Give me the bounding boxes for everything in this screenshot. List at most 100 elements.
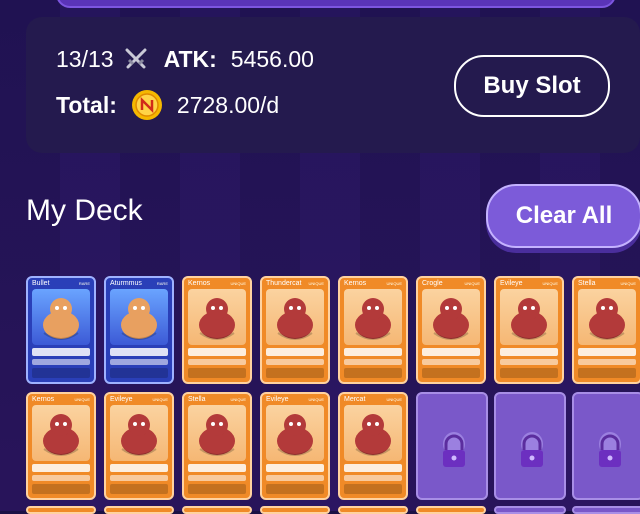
card-rarity: UNIQUE xyxy=(308,281,324,286)
card-name: Thundercat xyxy=(266,280,302,287)
card-art xyxy=(355,414,391,456)
card-traits-bar xyxy=(422,359,480,365)
locked-slot[interactable] xyxy=(494,392,566,500)
card-rarity: RARE xyxy=(78,281,90,286)
card-footer xyxy=(188,484,246,494)
card-art xyxy=(355,298,391,340)
deck-card-partial[interactable] xyxy=(182,506,252,514)
deck-card[interactable]: Kernos UNIQUE xyxy=(338,276,408,384)
card-stats-bar xyxy=(110,464,168,472)
deck-card-partial[interactable] xyxy=(338,506,408,514)
card-footer xyxy=(266,484,324,494)
card-art xyxy=(199,298,235,340)
card-name: Stella xyxy=(578,280,596,287)
total-row: Total: 2728.00/d xyxy=(56,89,279,121)
card-stats-bar xyxy=(188,464,246,472)
coin-icon xyxy=(131,90,162,120)
deck-card[interactable]: Crogle UNIQUE xyxy=(416,276,486,384)
locked-slot[interactable] xyxy=(416,392,488,500)
card-art-frame xyxy=(110,405,168,461)
card-footer xyxy=(188,368,246,378)
deck-card[interactable]: Thundercat UNIQUE xyxy=(260,276,330,384)
card-name: Stella xyxy=(188,396,206,403)
buy-slot-button[interactable]: Buy Slot xyxy=(454,55,610,117)
clear-all-button[interactable]: Clear All xyxy=(486,184,640,248)
card-art-frame xyxy=(422,289,480,345)
card-rarity: UNIQUE xyxy=(152,397,168,402)
card-traits-bar xyxy=(110,475,168,481)
deck-card-partial[interactable] xyxy=(26,506,96,514)
card-footer xyxy=(344,368,402,378)
card-art-frame xyxy=(188,405,246,461)
card-traits-bar xyxy=(266,359,324,365)
card-rarity: UNIQUE xyxy=(308,397,324,402)
deck-card[interactable]: Bullet RARE xyxy=(26,276,96,384)
card-art-frame xyxy=(32,289,90,345)
card-rarity: UNIQUE xyxy=(230,281,246,286)
card-art-frame xyxy=(188,289,246,345)
card-footer xyxy=(344,484,402,494)
card-stats-bar xyxy=(32,464,90,472)
deck-card-partial[interactable] xyxy=(260,506,330,514)
card-rarity: UNIQUE xyxy=(542,281,558,286)
total-label: Total: xyxy=(56,91,117,118)
card-name: Evileye xyxy=(500,280,523,287)
deck-card[interactable]: Evileye UNIQUE xyxy=(494,276,564,384)
card-art xyxy=(277,298,313,340)
card-name: Crogle xyxy=(422,280,443,287)
deck-card[interactable]: Evileye UNIQUE xyxy=(260,392,330,500)
card-rarity: UNIQUE xyxy=(386,397,402,402)
card-stats-bar xyxy=(578,348,636,356)
total-value: 2728.00/d xyxy=(176,91,280,118)
card-art-frame xyxy=(266,405,324,461)
deck-card-partial[interactable] xyxy=(572,506,640,514)
deck-card[interactable]: Kernos UNIQUE xyxy=(182,276,252,384)
top-panel-edge xyxy=(56,0,616,8)
card-footer xyxy=(422,368,480,378)
crossed-swords-icon xyxy=(125,48,147,69)
deck-card-partial[interactable] xyxy=(104,506,174,514)
deck-card[interactable]: Mercat UNIQUE xyxy=(338,392,408,500)
atk-label: ATK: xyxy=(163,45,217,72)
deck-card[interactable]: Kernos UNIQUE xyxy=(26,392,96,500)
deck-card-partial[interactable] xyxy=(494,506,566,514)
card-art-frame xyxy=(578,289,636,345)
card-stats-bar xyxy=(344,348,402,356)
card-footer xyxy=(578,368,636,378)
deck-title: My Deck xyxy=(26,194,143,227)
card-stats-bar xyxy=(422,348,480,356)
card-art xyxy=(43,298,79,340)
slot-count: 13/13 xyxy=(56,45,114,72)
card-stats-bar xyxy=(188,348,246,356)
card-footer xyxy=(110,368,168,378)
card-traits-bar xyxy=(32,359,90,365)
card-art-frame xyxy=(344,405,402,461)
deck-card[interactable]: Stella UNIQUE xyxy=(182,392,252,500)
card-traits-bar xyxy=(344,359,402,365)
locked-slot[interactable] xyxy=(572,392,640,500)
card-traits-bar xyxy=(32,475,90,481)
lock-icon xyxy=(599,432,621,467)
lock-icon xyxy=(521,432,543,467)
card-footer xyxy=(32,484,90,494)
card-rarity: UNIQUE xyxy=(464,281,480,286)
deck-card[interactable]: Stella UNIQUE xyxy=(572,276,640,384)
card-footer xyxy=(266,368,324,378)
card-traits-bar xyxy=(266,475,324,481)
card-art xyxy=(199,414,235,456)
card-name: Kernos xyxy=(32,396,55,403)
deck-card-partial[interactable] xyxy=(416,506,486,514)
deck-card[interactable]: Evileye UNIQUE xyxy=(104,392,174,500)
card-name: Evileye xyxy=(110,396,133,403)
card-art xyxy=(121,298,157,340)
card-art-frame xyxy=(500,289,558,345)
stats-panel: 13/13 ATK: 5456.00 Total: 2728.00/d Buy … xyxy=(26,17,640,153)
card-name: Evileye xyxy=(266,396,289,403)
lock-icon xyxy=(443,432,465,467)
card-rarity: UNIQUE xyxy=(620,281,636,286)
card-name: Mercat xyxy=(344,396,366,403)
card-art xyxy=(433,298,469,340)
card-traits-bar xyxy=(110,359,168,365)
card-art xyxy=(43,414,79,456)
deck-card[interactable]: Aturmmus RARE xyxy=(104,276,174,384)
